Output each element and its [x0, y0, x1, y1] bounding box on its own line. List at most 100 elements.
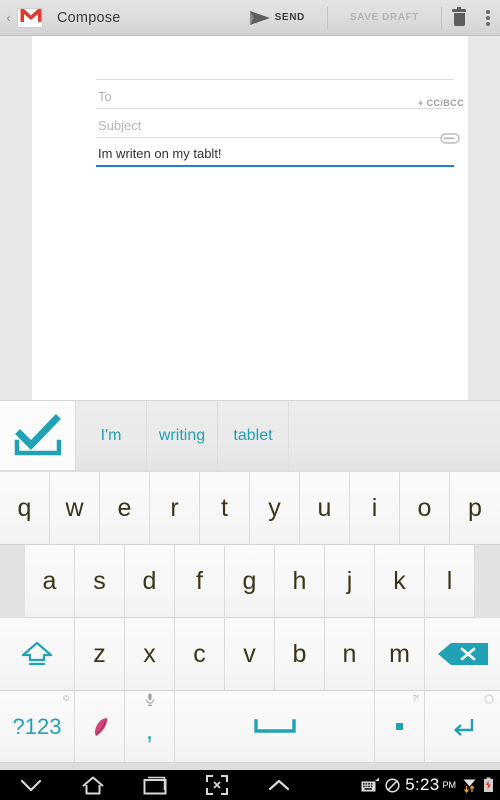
microphone-icon [145, 693, 154, 706]
up-navigation-icon[interactable]: ‹ [0, 11, 14, 24]
key-u[interactable]: u [300, 472, 350, 545]
key-h[interactable]: h [275, 545, 325, 618]
key-e[interactable]: e [100, 472, 150, 545]
key-c[interactable]: c [175, 618, 225, 691]
shift-arrow-icon [21, 641, 53, 666]
key-n[interactable]: n [325, 618, 375, 691]
key-b[interactable]: b [275, 618, 325, 691]
nav-screenshot-button[interactable] [186, 775, 248, 795]
suggestion-word-3[interactable]: tablet [218, 401, 289, 470]
action-bar-actions: SEND SAVE DRAFT [239, 0, 500, 35]
nav-back-button[interactable] [0, 779, 62, 792]
key-d[interactable]: d [125, 545, 175, 618]
delete-draft-button[interactable] [442, 0, 476, 35]
row2-right-gap [475, 545, 500, 618]
key-v[interactable]: v [225, 618, 275, 691]
save-draft-label: SAVE DRAFT [349, 12, 419, 23]
compose-card: To Subject Im writen on my tablt! + CC/B… [32, 36, 468, 400]
page-title: Compose [57, 9, 121, 26]
key-k[interactable]: k [375, 545, 425, 618]
clock-time: 5:23 [405, 775, 440, 794]
suggestion-word-1[interactable]: I'm [76, 401, 147, 470]
key-comma[interactable]: , [125, 691, 175, 763]
status-area[interactable]: 5:23 PM [361, 775, 500, 795]
overflow-menu-icon [486, 9, 490, 26]
wifi-icon [463, 779, 476, 793]
key-shift[interactable] [0, 618, 75, 691]
send-button[interactable]: SEND [239, 0, 327, 35]
back-chevron-down-icon [20, 779, 42, 791]
overflow-menu-button[interactable] [476, 0, 500, 35]
checkmark-icon [14, 413, 61, 455]
enter-return-icon [453, 718, 473, 736]
key-t[interactable]: t [200, 472, 250, 545]
save-draft-button[interactable]: SAVE DRAFT [328, 0, 441, 35]
key-symbols-label: ?123 [12, 713, 62, 739]
mute-icon [385, 777, 400, 793]
system-navigation-bar: 5:23 PM [0, 770, 500, 800]
recent-apps-icon [143, 776, 167, 794]
key-period-label [396, 723, 403, 730]
suggestion-empty-area [289, 401, 500, 470]
paperclip-icon[interactable] [440, 133, 460, 144]
key-x[interactable]: x [125, 618, 175, 691]
key-r[interactable]: r [150, 472, 200, 545]
key-period[interactable]: ?! [375, 691, 425, 763]
android-tablet-screen: ‹ Compose SEND SAVE DRAFT To Subject Im … [0, 0, 500, 800]
copyright-hint: © [63, 694, 69, 703]
keyboard-row-1: q w e r t y u i o p [0, 472, 500, 545]
key-j[interactable]: j [325, 545, 375, 618]
key-p[interactable]: p [450, 472, 500, 545]
key-s[interactable]: s [75, 545, 125, 618]
subject-placeholder: Subject [98, 118, 142, 133]
send-arrow-icon [249, 10, 270, 25]
keyboard-status-icon [361, 777, 380, 792]
keyboard-row-3: z x c v b n m [0, 618, 500, 691]
from-field-row[interactable] [96, 58, 454, 80]
key-o[interactable]: o [400, 472, 450, 545]
keyboard-row-2: a s d f g h j k l [0, 545, 500, 618]
body-text: Im writen on my tablt! [98, 146, 222, 161]
to-field-row[interactable]: To [96, 80, 454, 109]
nav-expand-button[interactable] [248, 779, 310, 792]
gmail-envelope-icon[interactable] [17, 7, 43, 28]
action-bar: ‹ Compose SEND SAVE DRAFT [0, 0, 500, 36]
period-hint: ?! [412, 694, 419, 703]
keyboard-row-4: © ?123 , ?! [0, 691, 500, 763]
spacebar-icon [253, 718, 296, 733]
key-y[interactable]: y [250, 472, 300, 545]
key-feather[interactable] [75, 691, 125, 763]
cc-bcc-button[interactable]: + CC/BCC [418, 98, 464, 108]
send-label: SEND [274, 12, 305, 23]
key-i[interactable]: i [350, 472, 400, 545]
keyboard-suggestion-bar: I'm writing tablet [0, 400, 500, 470]
onscreen-keyboard: q w e r t y u i o p a s d f g h j k l z … [0, 470, 500, 770]
key-symbols[interactable]: © ?123 [0, 691, 75, 763]
nav-home-button[interactable] [62, 776, 124, 795]
body-field-row[interactable]: Im writen on my tablt! [96, 138, 454, 167]
action-bar-left: ‹ Compose [0, 0, 120, 35]
key-z[interactable]: z [75, 618, 125, 691]
compose-fields: To Subject Im writen on my tablt! + CC/B… [32, 36, 468, 167]
nav-recents-button[interactable] [124, 776, 186, 795]
globe-hint-icon [484, 694, 494, 704]
key-l[interactable]: l [425, 545, 475, 618]
battery-low-icon [484, 777, 493, 792]
key-enter[interactable] [425, 691, 500, 763]
key-w[interactable]: w [50, 472, 100, 545]
to-placeholder: To [98, 89, 112, 104]
key-q[interactable]: q [0, 472, 50, 545]
suggestion-confirm-button[interactable] [0, 401, 76, 470]
key-a[interactable]: a [25, 545, 75, 618]
key-g[interactable]: g [225, 545, 275, 618]
key-f[interactable]: f [175, 545, 225, 618]
key-backspace[interactable] [425, 618, 500, 691]
subject-field-row[interactable]: Subject [96, 109, 454, 138]
key-space[interactable] [175, 691, 375, 763]
key-m[interactable]: m [375, 618, 425, 691]
suggestion-word-2[interactable]: writing [147, 401, 218, 470]
screenshot-icon [206, 775, 228, 795]
row2-left-gap [0, 545, 25, 618]
backspace-icon [437, 643, 488, 665]
expand-chevron-up-icon [268, 779, 290, 790]
